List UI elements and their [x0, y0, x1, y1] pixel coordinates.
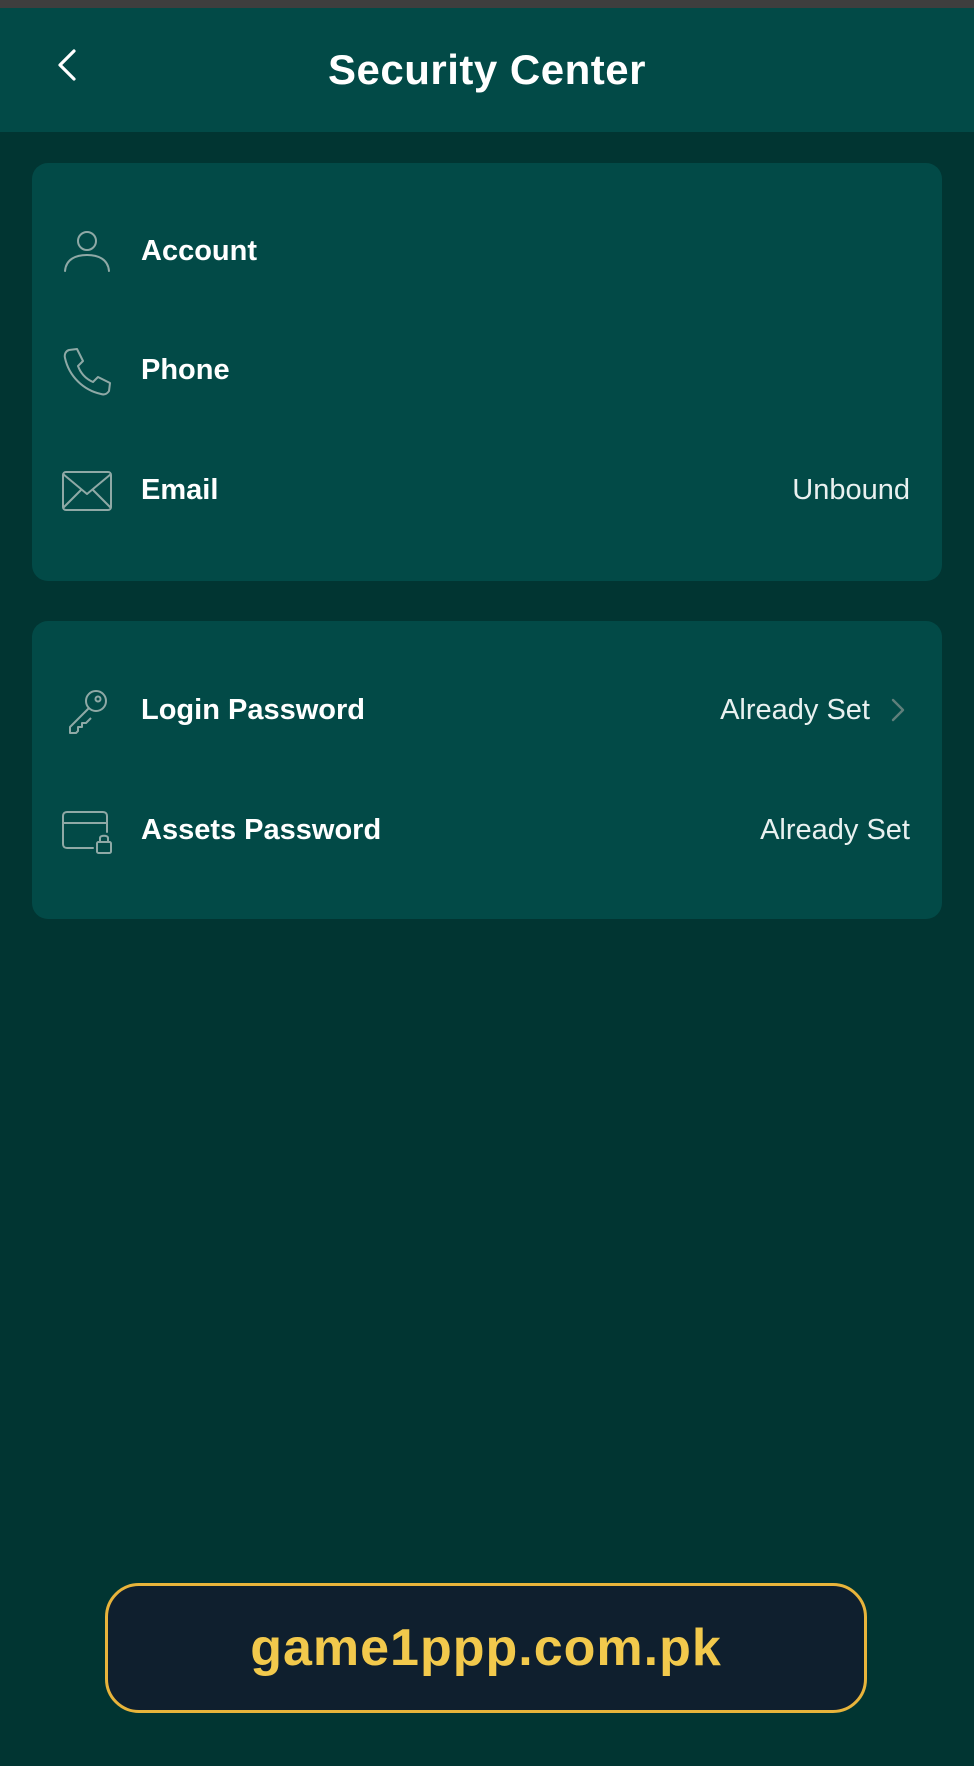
envelope-icon: [62, 471, 112, 511]
phone-label: Phone: [141, 354, 230, 386]
phone-row[interactable]: Phone: [32, 310, 942, 430]
assets-password-label: Assets Password: [141, 814, 382, 846]
user-icon: [64, 231, 110, 272]
status-strip: [0, 0, 974, 8]
email-label: Email: [141, 474, 219, 506]
phone-icon: [63, 348, 111, 396]
assets-password-row[interactable]: Assets Password Already Set: [32, 770, 942, 890]
password-card: Login Password Already Set Assets Passwo…: [32, 621, 942, 919]
profile-card: Account Phone Email Unbound: [32, 163, 942, 581]
login-password-label: Login Password: [141, 694, 365, 726]
chevron-left-icon: [58, 49, 76, 81]
page-title: Security Center: [328, 46, 646, 93]
watermark-text: game1ppp.com.pk: [250, 1619, 722, 1677]
watermark-banner: game1ppp.com.pk: [105, 1583, 867, 1713]
card-lock-icon: [62, 811, 112, 854]
key-icon: [69, 690, 107, 734]
email-row[interactable]: Email Unbound: [32, 430, 942, 550]
login-password-status: Already Set: [720, 694, 870, 726]
chevron-right-icon: [891, 698, 905, 722]
account-label: Account: [141, 235, 257, 267]
account-row[interactable]: Account: [32, 191, 942, 311]
login-password-row[interactable]: Login Password Already Set: [32, 650, 942, 770]
assets-password-status: Already Set: [760, 814, 910, 846]
email-status: Unbound: [792, 474, 910, 506]
back-button[interactable]: [40, 38, 94, 92]
